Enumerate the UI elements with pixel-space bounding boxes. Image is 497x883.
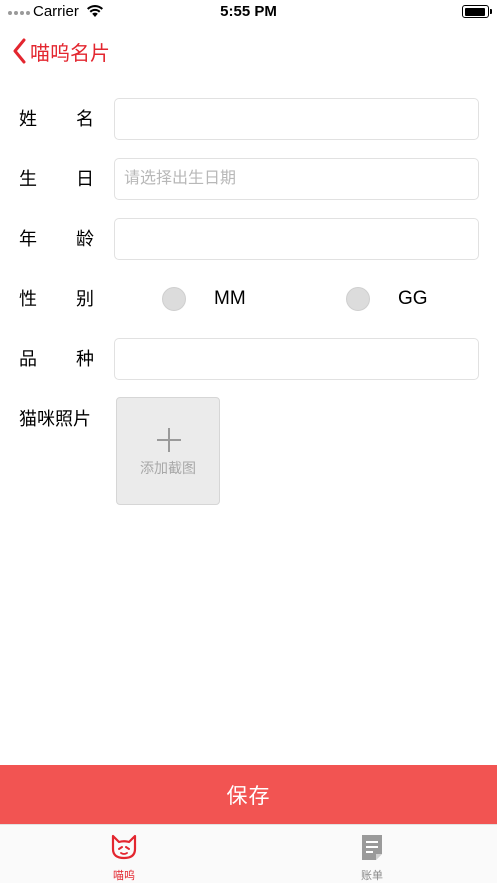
chevron-left-icon — [12, 38, 26, 64]
age-label: 年 龄 — [19, 218, 94, 260]
tab-bar: 喵呜 账单 — [0, 824, 497, 883]
breed-input[interactable] — [114, 338, 479, 380]
back-title: 喵呜名片 — [30, 42, 110, 65]
name-row: 姓 名 — [0, 98, 497, 140]
age-input[interactable] — [114, 218, 479, 260]
tab-miaowu-label: 喵呜 — [113, 870, 135, 882]
tab-miaowu[interactable]: 喵呜 — [0, 825, 248, 883]
gender-label: 性 别 — [19, 278, 94, 320]
battery-icon — [462, 5, 492, 18]
gender-row: 性 别 MM GG — [0, 278, 497, 320]
breed-row: 品 种 — [0, 338, 497, 380]
name-label: 姓 名 — [19, 98, 94, 140]
gender-label-right: 别 — [76, 289, 94, 309]
photo-label: 猫咪照片 — [19, 409, 91, 429]
gender-radio-gg[interactable] — [346, 287, 370, 311]
birthday-label: 生 日 — [19, 158, 94, 200]
navigation-bar: 喵呜名片 — [0, 30, 497, 74]
birthday-label-left: 生 — [19, 169, 37, 189]
save-button[interactable]: 保存 — [0, 765, 497, 824]
back-button[interactable]: 喵呜名片 — [12, 36, 110, 66]
birthday-row: 生 日 — [0, 158, 497, 200]
tab-bill-label: 账单 — [361, 870, 383, 882]
breed-label-left: 品 — [19, 349, 37, 369]
gender-option-mm-label[interactable]: MM — [214, 278, 246, 320]
gender-option-gg-label[interactable]: GG — [398, 278, 428, 320]
name-label-left: 姓 — [19, 109, 37, 129]
gender-label-left: 性 — [19, 289, 37, 309]
battery-fill — [464, 7, 486, 16]
photo-row: 猫咪照片 — [0, 398, 497, 440]
add-photo-button[interactable]: 添加截图 — [116, 397, 220, 505]
birthday-input[interactable] — [114, 158, 479, 200]
breed-label: 品 种 — [19, 338, 94, 380]
name-input[interactable] — [114, 98, 479, 140]
clock: 5:55 PM — [220, 3, 277, 20]
age-label-left: 年 — [19, 229, 37, 249]
tab-bill[interactable]: 账单 — [248, 825, 496, 883]
birthday-label-right: 日 — [76, 169, 94, 189]
age-label-right: 龄 — [76, 229, 94, 249]
breed-label-right: 种 — [76, 349, 94, 369]
age-row: 年 龄 — [0, 218, 497, 260]
gender-radio-mm[interactable] — [162, 287, 186, 311]
plus-icon — [157, 428, 181, 452]
name-label-right: 名 — [76, 109, 94, 129]
cat-icon — [110, 834, 138, 865]
add-photo-label: 添加截图 — [140, 460, 196, 476]
bill-icon — [360, 834, 384, 866]
status-bar: Carrier 5:55 PM — [0, 0, 497, 24]
